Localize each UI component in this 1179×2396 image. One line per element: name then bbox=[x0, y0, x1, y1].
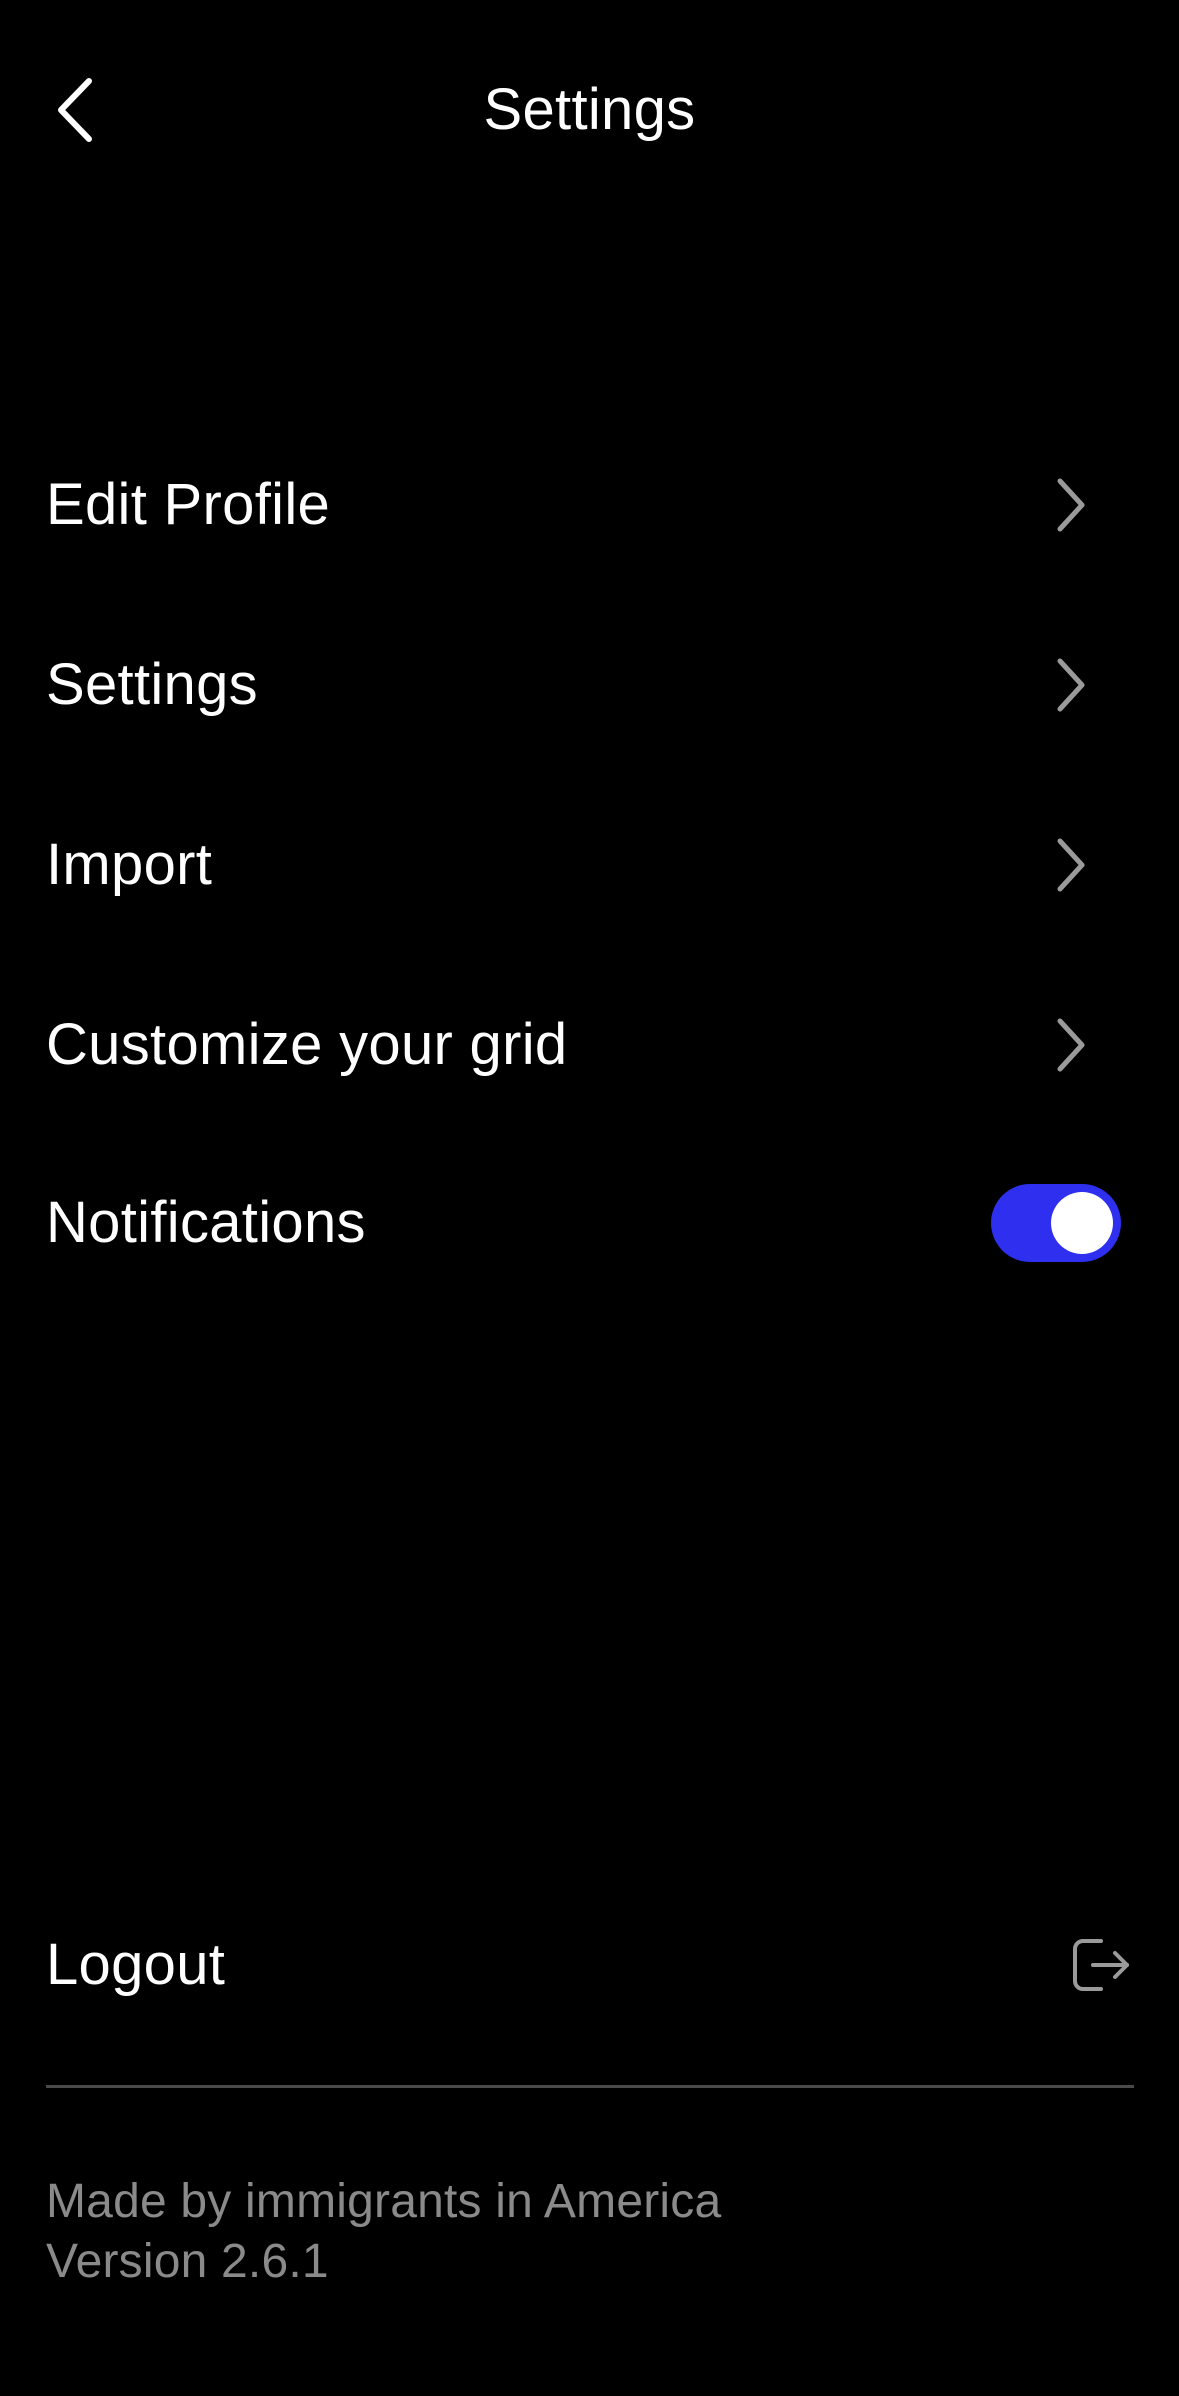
divider bbox=[46, 2085, 1134, 2088]
menu-item-settings[interactable]: Settings bbox=[46, 625, 1121, 745]
footer-tagline: Made by immigrants in America bbox=[46, 2175, 722, 2228]
menu-item-label: Notifications bbox=[46, 1190, 366, 1255]
header: Settings bbox=[0, 0, 1179, 220]
menu-item-import[interactable]: Import bbox=[46, 805, 1121, 925]
chevron-right-icon bbox=[1049, 655, 1093, 715]
logout-icon bbox=[1070, 1933, 1134, 1997]
menu-item-label: Edit Profile bbox=[46, 472, 331, 537]
toggle-knob bbox=[1051, 1192, 1113, 1254]
menu-item-notifications: Notifications bbox=[46, 1163, 1121, 1283]
footer: Made by immigrants in America Version 2.… bbox=[46, 2172, 1046, 2292]
menu-item-label: Customize your grid bbox=[46, 1012, 568, 1077]
menu-item-label: Import bbox=[46, 832, 213, 897]
chevron-right-icon bbox=[1049, 835, 1093, 895]
app-version: Version 2.6.1 bbox=[46, 2235, 329, 2288]
notifications-toggle[interactable] bbox=[991, 1184, 1121, 1262]
logout-label: Logout bbox=[46, 1932, 226, 1997]
chevron-right-icon bbox=[1049, 1015, 1093, 1075]
menu-item-edit-profile[interactable]: Edit Profile bbox=[46, 445, 1121, 565]
logout-button[interactable]: Logout bbox=[46, 1905, 1134, 2025]
menu-item-label: Settings bbox=[46, 652, 258, 717]
page-title: Settings bbox=[483, 77, 696, 142]
menu-item-customize-grid[interactable]: Customize your grid bbox=[46, 985, 1121, 1105]
chevron-right-icon bbox=[1049, 475, 1093, 535]
